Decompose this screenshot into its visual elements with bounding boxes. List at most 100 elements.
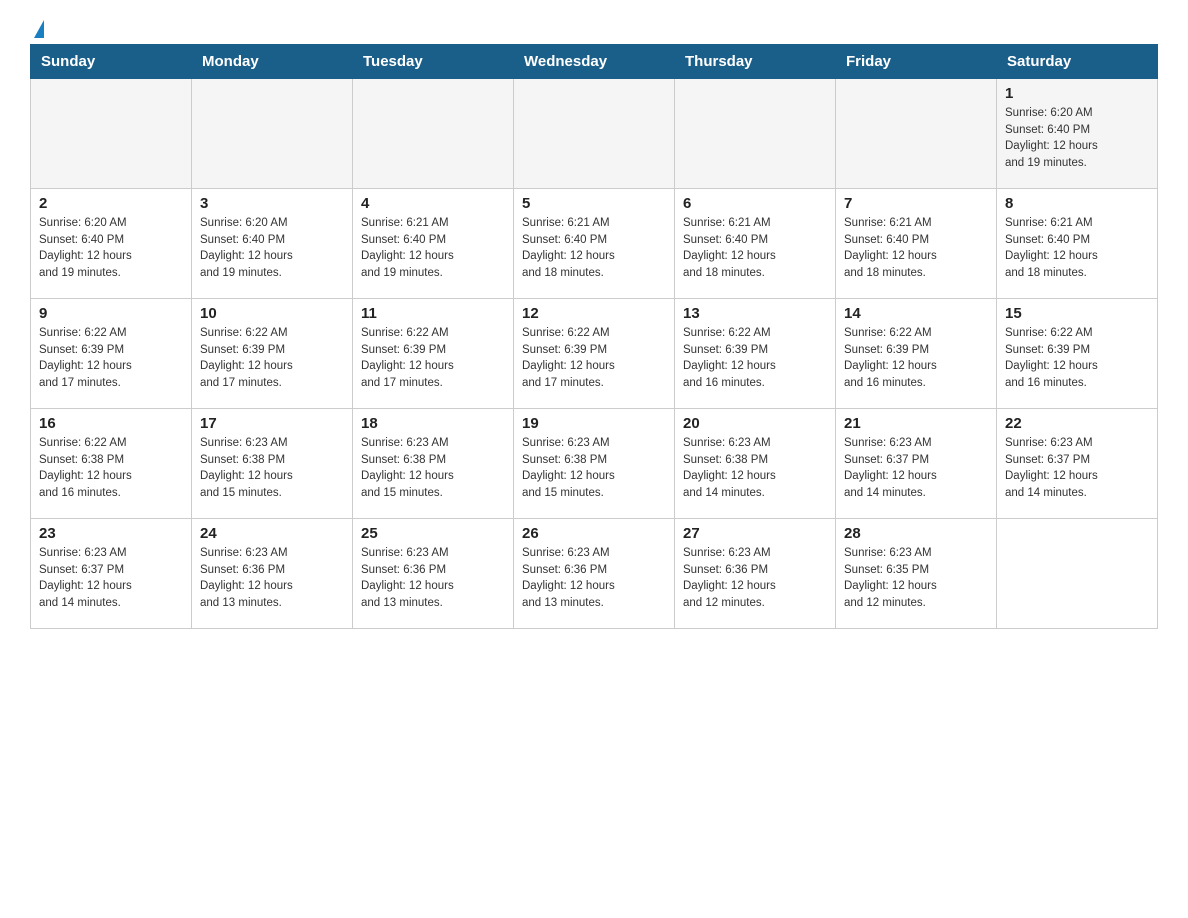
day-number: 19 — [522, 415, 666, 432]
logo-triangle-icon — [34, 20, 44, 38]
day-info: Sunrise: 6:22 AM Sunset: 6:39 PM Dayligh… — [1005, 325, 1149, 392]
calendar-week-row: 2 Sunrise: 6:20 AM Sunset: 6:40 PM Daylig… — [31, 189, 1158, 299]
calendar-cell: 22 Sunrise: 6:23 AM Sunset: 6:37 PM Dayli… — [997, 409, 1158, 519]
calendar-cell: 21 Sunrise: 6:23 AM Sunset: 6:37 PM Dayli… — [836, 409, 997, 519]
weekday-header-saturday: Saturday — [997, 45, 1158, 79]
calendar-cell: 23Sunrise: 6:23 AM Sunset: 6:37 PM Dayli… — [31, 519, 192, 629]
calendar-week-row: 16 Sunrise: 6:22 AM Sunset: 6:38 PM Dayli… — [31, 409, 1158, 519]
day-info: Sunrise: 6:20 AM Sunset: 6:40 PM Dayligh… — [200, 215, 344, 282]
day-info: Sunrise: 6:21 AM Sunset: 6:40 PM Dayligh… — [844, 215, 988, 282]
day-number: 22 — [1005, 415, 1149, 432]
day-info: Sunrise: 6:22 AM Sunset: 6:39 PM Dayligh… — [522, 325, 666, 392]
calendar-cell — [192, 79, 353, 189]
day-number: 1 — [1005, 85, 1149, 102]
day-number: 21 — [844, 415, 988, 432]
day-info: Sunrise: 6:23 AM Sunset: 6:36 PM Dayligh… — [361, 545, 505, 612]
calendar-cell: 2 Sunrise: 6:20 AM Sunset: 6:40 PM Daylig… — [31, 189, 192, 299]
calendar-cell: 25 Sunrise: 6:23 AM Sunset: 6:36 PM Dayli… — [353, 519, 514, 629]
day-info: Sunrise: 6:23 AM Sunset: 6:36 PM Dayligh… — [200, 545, 344, 612]
calendar-cell: 14 Sunrise: 6:22 AM Sunset: 6:39 PM Dayli… — [836, 299, 997, 409]
weekday-header-wednesday: Wednesday — [514, 45, 675, 79]
day-number: 13 — [683, 305, 827, 322]
day-info: Sunrise: 6:23 AM Sunset: 6:38 PM Dayligh… — [522, 435, 666, 502]
day-info: Sunrise: 6:23 AM Sunset: 6:37 PM Dayligh… — [1005, 435, 1149, 502]
calendar-cell: 5 Sunrise: 6:21 AM Sunset: 6:40 PM Daylig… — [514, 189, 675, 299]
day-info: Sunrise: 6:23 AM Sunset: 6:38 PM Dayligh… — [361, 435, 505, 502]
day-number: 14 — [844, 305, 988, 322]
calendar-cell: 8Sunrise: 6:21 AM Sunset: 6:40 PM Daylig… — [997, 189, 1158, 299]
calendar-cell — [997, 519, 1158, 629]
calendar-cell: 20 Sunrise: 6:23 AM Sunset: 6:38 PM Dayli… — [675, 409, 836, 519]
calendar-cell: 17 Sunrise: 6:23 AM Sunset: 6:38 PM Dayli… — [192, 409, 353, 519]
day-number: 16 — [39, 415, 183, 432]
calendar-cell: 26Sunrise: 6:23 AM Sunset: 6:36 PM Dayli… — [514, 519, 675, 629]
day-info: Sunrise: 6:21 AM Sunset: 6:40 PM Dayligh… — [361, 215, 505, 282]
day-number: 27 — [683, 525, 827, 542]
calendar-cell — [31, 79, 192, 189]
day-number: 28 — [844, 525, 988, 542]
calendar-cell: 10 Sunrise: 6:22 AM Sunset: 6:39 PM Dayli… — [192, 299, 353, 409]
day-info: Sunrise: 6:23 AM Sunset: 6:38 PM Dayligh… — [683, 435, 827, 502]
day-number: 25 — [361, 525, 505, 542]
calendar-cell: 3 Sunrise: 6:20 AM Sunset: 6:40 PM Daylig… — [192, 189, 353, 299]
calendar-week-row: 1 Sunrise: 6:20 AM Sunset: 6:40 PM Daylig… — [31, 79, 1158, 189]
day-number: 6 — [683, 195, 827, 212]
calendar-cell: 12 Sunrise: 6:22 AM Sunset: 6:39 PM Dayli… — [514, 299, 675, 409]
calendar-cell: 28 Sunrise: 6:23 AM Sunset: 6:35 PM Dayli… — [836, 519, 997, 629]
day-number: 17 — [200, 415, 344, 432]
day-number: 5 — [522, 195, 666, 212]
day-info: Sunrise: 6:22 AM Sunset: 6:39 PM Dayligh… — [683, 325, 827, 392]
day-info: Sunrise: 6:20 AM Sunset: 6:40 PM Dayligh… — [1005, 105, 1149, 172]
day-number: 12 — [522, 305, 666, 322]
day-info: Sunrise: 6:22 AM Sunset: 6:38 PM Dayligh… — [39, 435, 183, 502]
weekday-header-thursday: Thursday — [675, 45, 836, 79]
day-info: Sunrise: 6:23 AM Sunset: 6:37 PM Dayligh… — [844, 435, 988, 502]
day-info: Sunrise: 6:23 AM Sunset: 6:36 PM Dayligh… — [683, 545, 827, 612]
calendar-week-row: 23Sunrise: 6:23 AM Sunset: 6:37 PM Dayli… — [31, 519, 1158, 629]
calendar-cell — [836, 79, 997, 189]
calendar-cell: 24 Sunrise: 6:23 AM Sunset: 6:36 PM Dayli… — [192, 519, 353, 629]
calendar-cell: 1 Sunrise: 6:20 AM Sunset: 6:40 PM Daylig… — [997, 79, 1158, 189]
logo — [30, 20, 46, 34]
day-number: 24 — [200, 525, 344, 542]
calendar-cell: 18Sunrise: 6:23 AM Sunset: 6:38 PM Dayli… — [353, 409, 514, 519]
calendar-cell: 9Sunrise: 6:22 AM Sunset: 6:39 PM Daylig… — [31, 299, 192, 409]
calendar-table: SundayMondayTuesdayWednesdayThursdayFrid… — [30, 44, 1158, 629]
day-number: 2 — [39, 195, 183, 212]
day-number: 8 — [1005, 195, 1149, 212]
day-number: 15 — [1005, 305, 1149, 322]
day-info: Sunrise: 6:20 AM Sunset: 6:40 PM Dayligh… — [39, 215, 183, 282]
day-number: 4 — [361, 195, 505, 212]
weekday-header-row: SundayMondayTuesdayWednesdayThursdayFrid… — [31, 45, 1158, 79]
calendar-cell — [514, 79, 675, 189]
calendar-cell: 15 Sunrise: 6:22 AM Sunset: 6:39 PM Dayli… — [997, 299, 1158, 409]
calendar-cell: 19 Sunrise: 6:23 AM Sunset: 6:38 PM Dayli… — [514, 409, 675, 519]
day-info: Sunrise: 6:23 AM Sunset: 6:35 PM Dayligh… — [844, 545, 988, 612]
day-number: 10 — [200, 305, 344, 322]
calendar-cell: 27 Sunrise: 6:23 AM Sunset: 6:36 PM Dayli… — [675, 519, 836, 629]
day-number: 7 — [844, 195, 988, 212]
calendar-cell: 7 Sunrise: 6:21 AM Sunset: 6:40 PM Daylig… — [836, 189, 997, 299]
day-info: Sunrise: 6:22 AM Sunset: 6:39 PM Dayligh… — [844, 325, 988, 392]
day-number: 20 — [683, 415, 827, 432]
day-number: 9 — [39, 305, 183, 322]
weekday-header-monday: Monday — [192, 45, 353, 79]
calendar-week-row: 9 Sunrise: 6:22 AM Sunset: 6:39 PM Daylig… — [31, 299, 1158, 409]
day-info: Sunrise: 6:22 AM Sunset: 6:39 PM Dayligh… — [361, 325, 505, 392]
day-info: Sunrise: 6:21 AM Sunset: 6:40 PM Dayligh… — [522, 215, 666, 282]
calendar-cell: 13 Sunrise: 6:22 AM Sunset: 6:39 PM Dayli… — [675, 299, 836, 409]
calendar-cell: 11 Sunrise: 6:22 AM Sunset: 6:39 PM Dayli… — [353, 299, 514, 409]
day-info: Sunrise: 6:23 AM Sunset: 6:37 PM Dayligh… — [39, 545, 183, 612]
day-info: Sunrise: 6:22 AM Sunset: 6:39 PM Dayligh… — [200, 325, 344, 392]
page-header — [30, 20, 1158, 34]
day-info: Sunrise: 6:21 AM Sunset: 6:40 PM Dayligh… — [683, 215, 827, 282]
calendar-cell: 6 Sunrise: 6:21 AM Sunset: 6:40 PM Daylig… — [675, 189, 836, 299]
weekday-header-sunday: Sunday — [31, 45, 192, 79]
day-info: Sunrise: 6:23 AM Sunset: 6:38 PM Dayligh… — [200, 435, 344, 502]
day-number: 3 — [200, 195, 344, 212]
day-number: 26 — [522, 525, 666, 542]
calendar-cell: 16 Sunrise: 6:22 AM Sunset: 6:38 PM Dayli… — [31, 409, 192, 519]
day-number: 11 — [361, 305, 505, 322]
calendar-cell: 4 Sunrise: 6:21 AM Sunset: 6:40 PM Daylig… — [353, 189, 514, 299]
weekday-header-tuesday: Tuesday — [353, 45, 514, 79]
